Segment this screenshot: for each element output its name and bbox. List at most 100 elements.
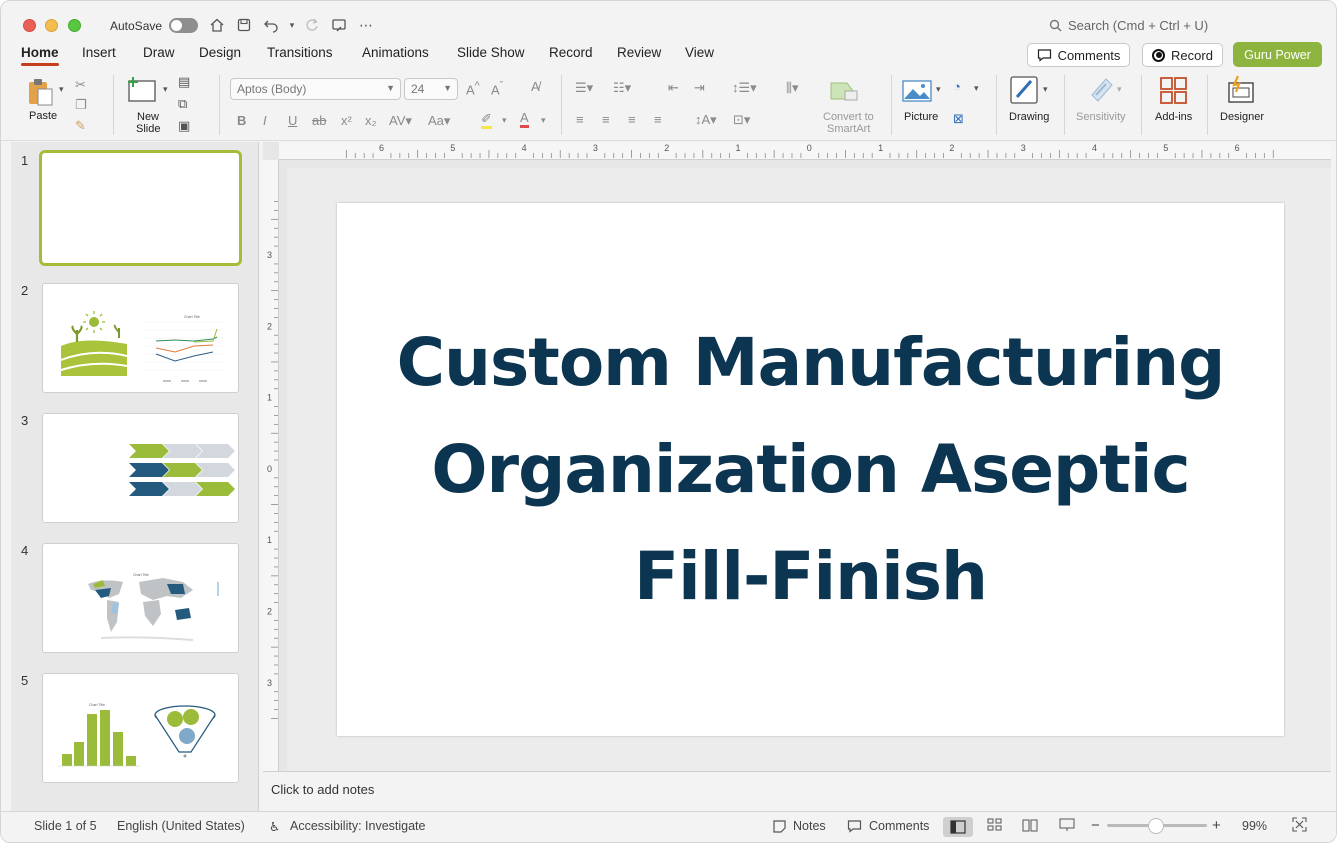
comments-button[interactable]: Comments: [1027, 43, 1130, 67]
align-text-icon[interactable]: ⊡▾: [733, 112, 750, 128]
section-icon[interactable]: ▣: [178, 118, 190, 134]
slide-thumbnail-2[interactable]: Chart Title: [42, 283, 239, 393]
text-direction-icon[interactable]: ↕A▾: [695, 112, 717, 128]
align-center-icon[interactable]: ≡: [602, 112, 610, 127]
align-left-icon[interactable]: ≡: [576, 112, 584, 127]
tab-transitions[interactable]: Transitions: [267, 45, 333, 60]
new-slide-dropdown-icon[interactable]: ▾: [163, 84, 168, 95]
character-spacing-icon[interactable]: AV▾: [389, 113, 412, 129]
maximize-window-button[interactable]: [68, 19, 81, 32]
picture-icon[interactable]: [902, 79, 932, 106]
italic-icon[interactable]: I: [263, 113, 267, 128]
bullets-icon[interactable]: ☰▾: [575, 80, 593, 96]
highlight-icon[interactable]: ✐: [481, 112, 492, 129]
save-icon[interactable]: [235, 16, 253, 34]
guru-power-button[interactable]: Guru Power: [1233, 42, 1322, 67]
clear-format-icon[interactable]: A̸: [531, 79, 540, 94]
tab-view[interactable]: View: [685, 45, 714, 60]
font-size-dropdown[interactable]: 24 ▼: [404, 78, 458, 100]
chevron-down-icon[interactable]: ▾: [541, 115, 546, 126]
present-icon[interactable]: [330, 16, 348, 34]
picture-dropdown-icon[interactable]: ▾: [936, 84, 941, 95]
slide-thumbnail-3[interactable]: [42, 413, 239, 523]
font-name-dropdown[interactable]: Aptos (Body) ▼: [230, 78, 401, 100]
new-slide-icon[interactable]: [127, 77, 157, 106]
zoom-in-icon[interactable]: +: [1212, 817, 1221, 834]
shapes-dropdown-icon[interactable]: ▾: [974, 83, 979, 94]
copy-icon[interactable]: ❐: [75, 97, 87, 113]
layout-icon[interactable]: ▤: [178, 74, 190, 90]
normal-view-button[interactable]: [943, 817, 973, 837]
tab-slide-show[interactable]: Slide Show: [457, 45, 525, 60]
slide-thumbnail-1[interactable]: [39, 150, 242, 266]
font-color-icon[interactable]: A: [520, 111, 529, 128]
more-icon[interactable]: ⋯: [357, 16, 375, 34]
slide-thumbnail-4[interactable]: Chart Title: [42, 543, 239, 653]
home-icon[interactable]: [208, 16, 226, 34]
decrease-font-icon[interactable]: Aˇ: [491, 80, 503, 97]
designer-icon[interactable]: [1225, 74, 1257, 109]
zoom-slider-thumb[interactable]: [1148, 818, 1164, 834]
tab-animations[interactable]: Animations: [362, 45, 429, 60]
decrease-indent-icon[interactable]: ⇤: [668, 80, 679, 96]
notes-toggle-icon[interactable]: [772, 819, 787, 836]
tab-review[interactable]: Review: [617, 45, 661, 60]
autosave-toggle[interactable]: [169, 18, 198, 33]
text-box-icon[interactable]: ⊠: [953, 111, 964, 127]
language-indicator[interactable]: English (United States): [117, 819, 245, 833]
reset-icon[interactable]: ⧉: [178, 96, 187, 112]
slide-title[interactable]: Custom Manufacturing Organization Asepti…: [371, 309, 1251, 630]
comments-toggle[interactable]: Comments: [869, 819, 929, 833]
slide-thumbnail-5[interactable]: Chart Title: [42, 673, 239, 783]
close-window-button[interactable]: [23, 19, 36, 32]
slideshow-view-icon[interactable]: [1059, 818, 1075, 835]
subscript-icon[interactable]: x₂: [365, 113, 377, 128]
undo-dropdown-icon[interactable]: ▾: [283, 16, 301, 34]
underline-icon[interactable]: U: [288, 113, 297, 128]
accessibility-icon[interactable]: ♿︎: [269, 819, 280, 834]
change-case-icon[interactable]: Aa▾: [428, 113, 450, 129]
increase-font-icon[interactable]: A^: [466, 80, 480, 97]
fit-to-window-icon[interactable]: [1292, 817, 1307, 835]
accessibility-status[interactable]: Accessibility: Investigate: [290, 819, 425, 833]
drawing-dropdown-icon[interactable]: ▾: [1043, 84, 1048, 95]
paste-dropdown-icon[interactable]: ▾: [59, 84, 64, 95]
sensitivity-icon[interactable]: [1088, 75, 1114, 106]
zoom-out-icon[interactable]: −: [1091, 817, 1100, 834]
notes-toggle[interactable]: Notes: [793, 819, 826, 833]
shapes-icon[interactable]: ◔: [953, 79, 961, 94]
align-right-icon[interactable]: ≡: [628, 112, 636, 127]
current-slide[interactable]: Custom Manufacturing Organization Asepti…: [337, 203, 1284, 736]
increase-indent-icon[interactable]: ⇥: [694, 80, 705, 96]
tab-home[interactable]: Home: [21, 45, 59, 66]
slide-sorter-icon[interactable]: [987, 818, 1003, 835]
smartart-icon[interactable]: [829, 79, 859, 106]
comments-toggle-icon[interactable]: [847, 819, 862, 836]
paste-icon[interactable]: [26, 77, 56, 110]
superscript-icon[interactable]: x²: [341, 113, 352, 128]
bold-icon[interactable]: B: [237, 113, 246, 128]
cut-icon[interactable]: ✂: [75, 77, 86, 93]
sensitivity-dropdown-icon[interactable]: ▾: [1117, 84, 1122, 95]
search-box[interactable]: Search (Cmd + Ctrl + U): [1049, 18, 1208, 33]
tab-insert[interactable]: Insert: [82, 45, 116, 60]
justify-icon[interactable]: ≡: [654, 112, 662, 127]
reading-view-icon[interactable]: [1022, 818, 1038, 835]
redo-icon[interactable]: [303, 16, 321, 34]
tab-record[interactable]: Record: [549, 45, 593, 60]
record-button[interactable]: Record: [1142, 43, 1223, 67]
zoom-level[interactable]: 99%: [1242, 819, 1267, 833]
tab-draw[interactable]: Draw: [143, 45, 175, 60]
minimize-window-button[interactable]: [45, 19, 58, 32]
format-painter-icon[interactable]: ✎: [75, 118, 86, 134]
undo-icon[interactable]: [262, 16, 280, 34]
columns-icon[interactable]: ⫼▾: [786, 80, 799, 96]
tab-design[interactable]: Design: [199, 45, 241, 60]
notes-pane[interactable]: Click to add notes: [263, 771, 1331, 811]
slide-thumbnails-panel[interactable]: 1 2 Chart Title 3 4 Chart Title 5 Chart …: [11, 142, 259, 811]
chevron-down-icon[interactable]: ▾: [502, 115, 507, 126]
strikethrough-icon[interactable]: ab: [312, 113, 326, 128]
numbering-icon[interactable]: ☷▾: [613, 80, 631, 96]
add-ins-icon[interactable]: [1159, 76, 1189, 109]
drawing-icon[interactable]: [1009, 75, 1039, 108]
